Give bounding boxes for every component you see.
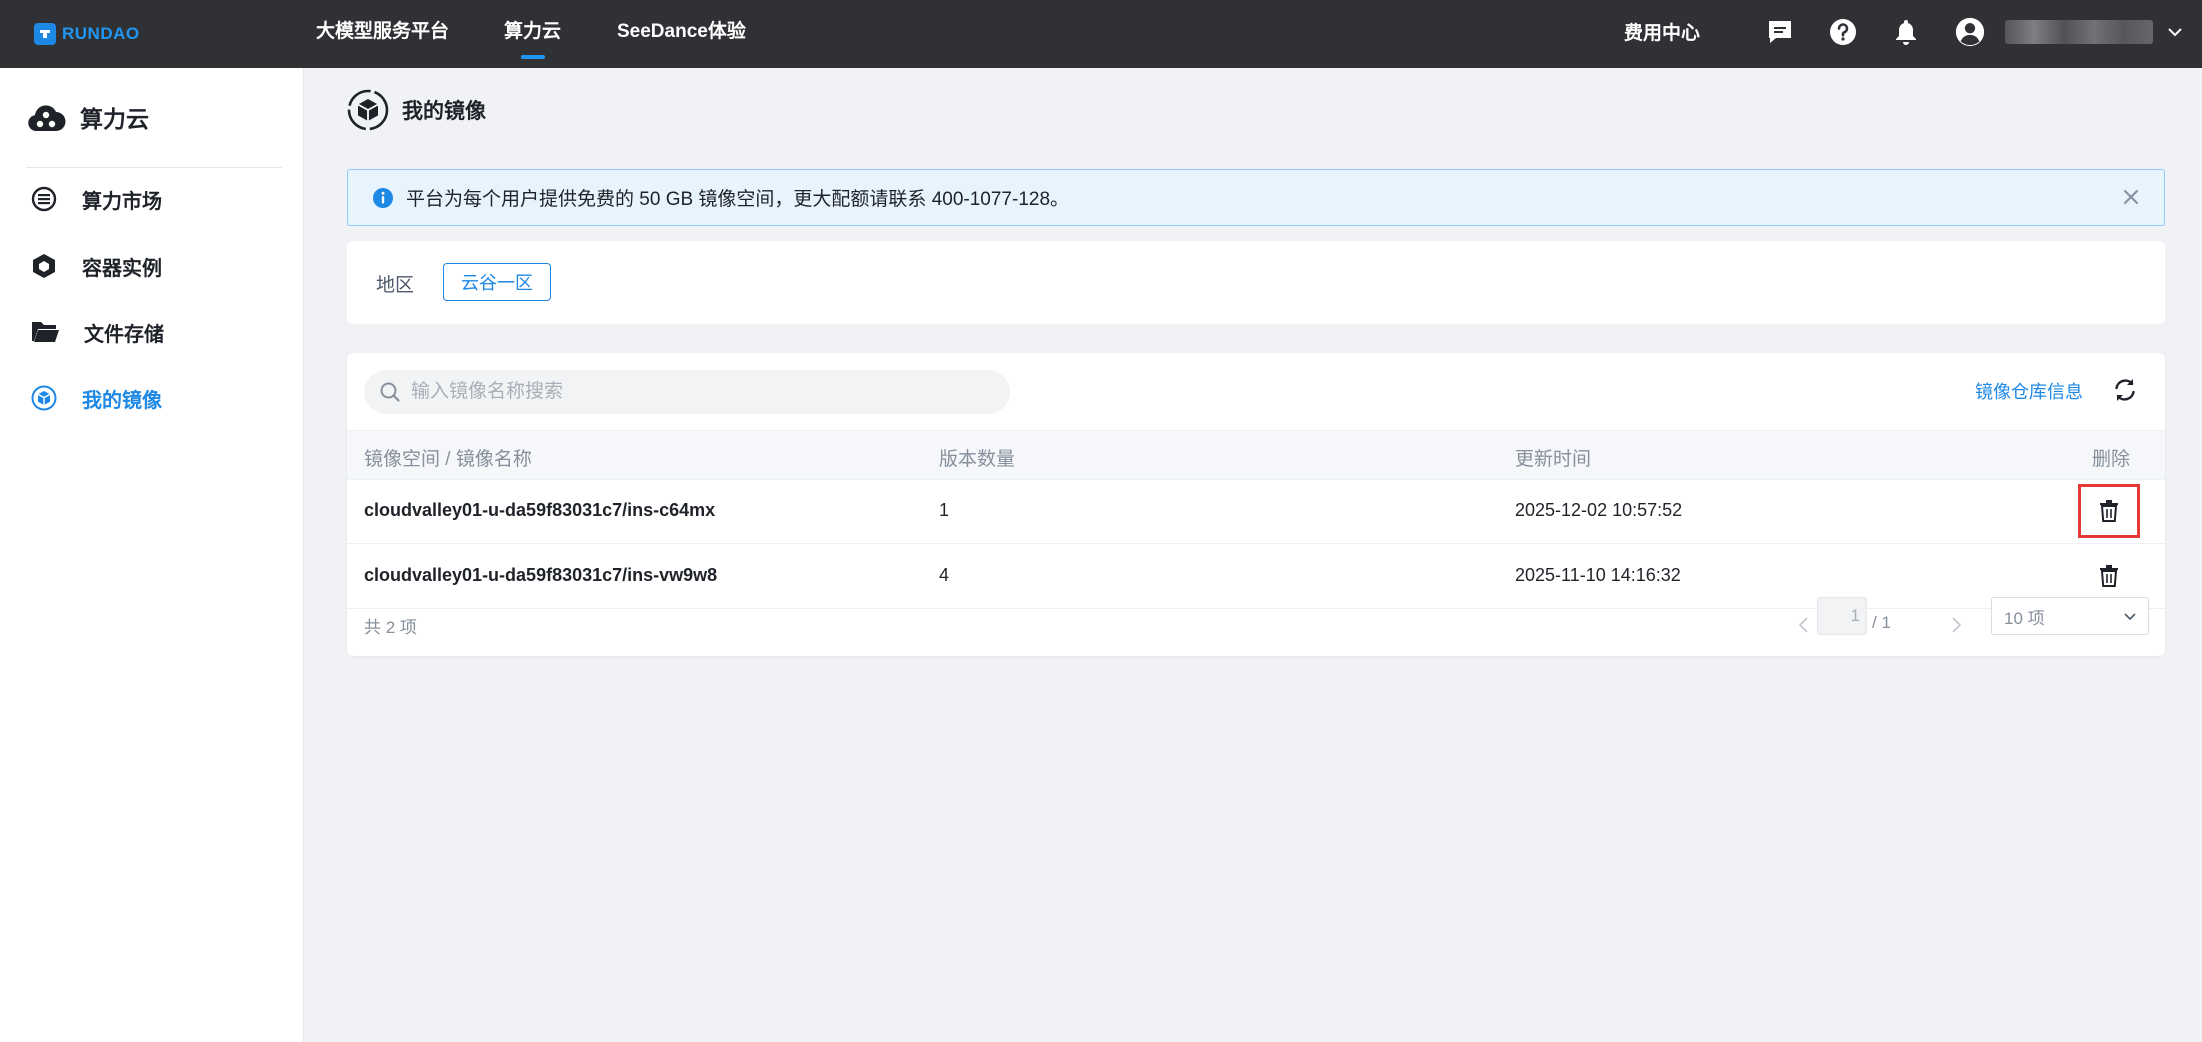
version-count: 4	[939, 565, 950, 585]
page-size-value: 10 项	[2004, 608, 2045, 628]
sidebar-item-label: 文件存储	[84, 323, 164, 346]
region-label: 地区	[376, 275, 415, 296]
container-icon	[33, 254, 55, 278]
image-repo-info-link[interactable]: 镜像仓库信息	[1975, 378, 2083, 404]
list-circle-icon	[31, 186, 57, 212]
chevron-right-icon	[1952, 617, 1962, 633]
version-count: 1	[939, 500, 950, 520]
alert-text: 平台为每个用户提供免费的 50 GB 镜像空间，更大配额请联系 400-1077…	[406, 189, 1070, 210]
help-icon[interactable]	[1827, 16, 1859, 48]
image-name: cloudvalley01-u-da59f83031c7/ins-vw9w8	[364, 565, 718, 585]
trash-icon	[2100, 500, 2118, 522]
page-number-input[interactable]: 1	[1817, 597, 1867, 635]
update-time: 2025-12-02 10:57:52	[1515, 500, 1683, 520]
sidebar-item-label: 我的镜像	[82, 389, 162, 412]
chevron-down-icon	[2124, 613, 2136, 621]
page-title: 我的镜像	[402, 100, 486, 123]
search-input[interactable]	[409, 380, 969, 404]
image-name: cloudvalley01-u-da59f83031c7/ins-c64mx	[364, 500, 716, 520]
folder-icon	[32, 322, 59, 342]
region-filter-card: 地区 云谷一区	[347, 241, 2165, 324]
sidebar-item-label: 算力市场	[82, 190, 162, 213]
chevron-left-icon	[1798, 617, 1808, 633]
table-row[interactable]: cloudvalley01-u-da59f83031c7/ins-c64mx 1…	[347, 480, 2165, 544]
nav-seedance[interactable]: SeeDance体验	[617, 19, 746, 45]
next-page-button[interactable]	[1944, 610, 1968, 640]
billing-center-link[interactable]: 费用中心	[1624, 18, 1700, 45]
image-cube-icon	[31, 385, 57, 411]
nav-compute-cloud[interactable]: 算力云	[504, 19, 561, 45]
image-table-card: 镜像仓库信息 镜像空间 / 镜像名称 版本数量 更新时间 删除 cloudval…	[347, 353, 2165, 656]
bell-icon[interactable]	[1890, 16, 1922, 48]
prev-page-button[interactable]	[1792, 610, 1816, 640]
search-icon	[380, 382, 400, 402]
chevron-down-icon[interactable]	[2161, 18, 2189, 46]
logo-icon	[34, 23, 56, 45]
sidebar: 算力云 算力市场 容器实例 文件存储 我的镜像	[0, 68, 304, 1042]
delete-button[interactable]	[2078, 484, 2140, 538]
sidebar-item-file-storage[interactable]: 文件存储	[30, 315, 164, 349]
refresh-button[interactable]	[2110, 375, 2140, 405]
delete-button[interactable]	[2078, 549, 2140, 603]
logo[interactable]: RUNDAO	[34, 20, 140, 48]
close-icon[interactable]	[2120, 186, 2142, 208]
sidebar-divider	[26, 167, 282, 168]
column-header-name[interactable]: 镜像空间 / 镜像名称	[364, 444, 532, 471]
column-header-updated[interactable]: 更新时间	[1515, 444, 1591, 471]
table-row[interactable]: cloudvalley01-u-da59f83031c7/ins-vw9w8 4…	[347, 545, 2165, 609]
image-cube-icon	[347, 89, 389, 131]
user-avatar-icon[interactable]	[1954, 16, 1986, 48]
update-time: 2025-11-10 14:16:32	[1515, 565, 1681, 585]
message-icon[interactable]	[1764, 16, 1796, 48]
total-count: 共 2 项	[364, 618, 417, 637]
page-header: 我的镜像	[346, 88, 486, 132]
trash-icon	[2100, 565, 2118, 587]
table-header: 镜像空间 / 镜像名称 版本数量 更新时间 删除	[347, 430, 2165, 480]
page-total: / 1	[1872, 613, 1891, 632]
info-icon	[373, 187, 393, 208]
sidebar-item-label: 容器实例	[82, 257, 162, 280]
sidebar-item-container-instance[interactable]: 容器实例	[30, 249, 162, 283]
page-size-select[interactable]: 10 项	[1991, 597, 2149, 635]
sidebar-item-my-images[interactable]: 我的镜像	[30, 381, 162, 415]
logo-text: RUNDAO	[62, 24, 140, 43]
nav-llm-platform[interactable]: 大模型服务平台	[316, 19, 449, 45]
user-name-redacted[interactable]	[2005, 20, 2153, 44]
refresh-icon	[2115, 379, 2135, 401]
sidebar-title: 算力云	[26, 100, 149, 134]
region-option-selected[interactable]: 云谷一区	[443, 263, 551, 301]
table-footer: 共 2 项 1 / 1 10 项	[347, 597, 2165, 656]
quota-info-alert: 平台为每个用户提供免费的 50 GB 镜像空间，更大配额请联系 400-1077…	[347, 169, 2165, 226]
search-box[interactable]	[364, 370, 1010, 414]
top-bar: RUNDAO 大模型服务平台 算力云 SeeDance体验 费用中心	[0, 0, 2202, 68]
column-header-versions[interactable]: 版本数量	[939, 444, 1015, 471]
sidebar-item-compute-market[interactable]: 算力市场	[30, 182, 162, 216]
cloud-icon	[28, 105, 66, 131]
column-header-delete: 删除	[2092, 449, 2131, 470]
